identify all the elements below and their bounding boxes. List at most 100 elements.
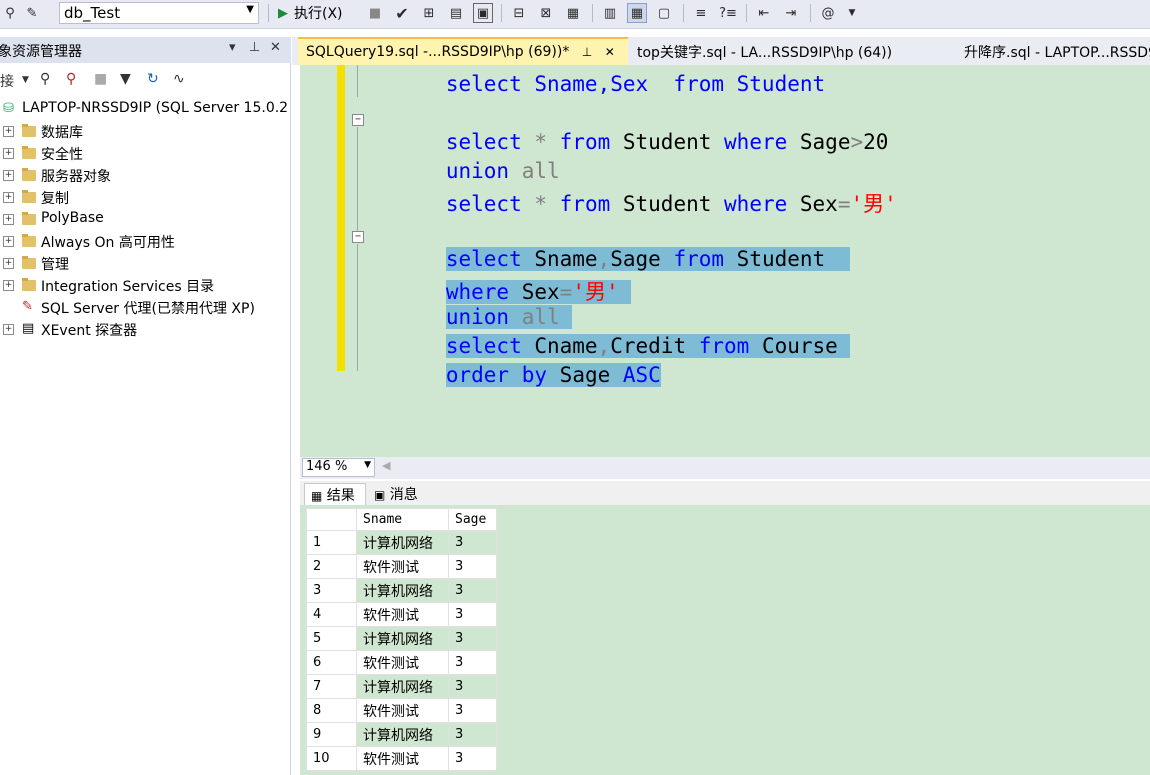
table-cell[interactable]: 计算机网络 (356, 530, 449, 555)
connect-icon[interactable]: ✎ (22, 3, 42, 23)
grid-icon[interactable]: ▦ (627, 3, 647, 23)
uncomment-icon[interactable]: ?≡ (718, 3, 738, 23)
column-header[interactable]: Sage (448, 508, 497, 531)
expand-icon[interactable]: + (3, 236, 14, 247)
table-cell[interactable]: 3 (448, 698, 497, 723)
table-cell[interactable]: 计算机网络 (356, 626, 449, 651)
collapse-icon[interactable]: − (352, 231, 364, 243)
expand-icon[interactable]: + (3, 170, 14, 181)
debug-icon[interactable]: ⚲ (0, 3, 20, 23)
table-row[interactable]: 4 软件测试 3 (306, 602, 497, 627)
query-plan-icon[interactable]: ⊞ (419, 3, 439, 23)
expand-icon[interactable]: + (3, 280, 14, 291)
table-cell[interactable]: 软件测试 (356, 554, 449, 579)
comment-icon[interactable]: ≡ (691, 3, 711, 23)
table-row[interactable]: 1 计算机网络 3 (306, 530, 497, 555)
row-number-cell[interactable]: 1 (306, 530, 357, 555)
results-to-text-icon[interactable]: ▤ (446, 3, 466, 23)
increase-indent-icon[interactable]: ⇥ (781, 3, 801, 23)
collapse-icon[interactable]: − (352, 114, 364, 126)
results-grid-icon[interactable]: ▥ (600, 3, 620, 23)
results-to-file-icon[interactable]: ▣ (473, 3, 493, 23)
row-number-cell[interactable]: 7 (306, 674, 357, 699)
pin-icon[interactable]: ⊥ (249, 40, 260, 55)
table-cell[interactable]: 3 (448, 674, 497, 699)
expand-icon[interactable]: + (3, 192, 14, 203)
row-number-cell[interactable]: 6 (306, 650, 357, 675)
table-row[interactable]: 6 软件测试 3 (306, 650, 497, 675)
table-cell[interactable]: 3 (448, 626, 497, 651)
decrease-indent-icon[interactable]: ⇤ (754, 3, 774, 23)
table-cell[interactable]: 计算机网络 (356, 722, 449, 747)
table-cell[interactable]: 3 (448, 746, 497, 771)
table-row[interactable]: 7 计算机网络 3 (306, 674, 497, 699)
column-header[interactable]: Sname (356, 508, 449, 531)
close-icon[interactable]: ✕ (605, 45, 615, 59)
tree-node-databases[interactable]: + 数据库 (0, 121, 291, 143)
activity-monitor-icon[interactable]: ∿ (173, 71, 185, 87)
dropdown-icon[interactable]: ▾ (229, 40, 236, 55)
table-cell[interactable]: 3 (448, 578, 497, 603)
connect-icon[interactable]: ⚲ (40, 71, 50, 87)
expand-icon[interactable]: + (3, 148, 14, 159)
tree-node-polybase[interactable]: + PolyBase (0, 209, 291, 231)
connect-button[interactable]: 接 (0, 71, 14, 91)
table-cell[interactable]: 计算机网络 (356, 578, 449, 603)
row-number-cell[interactable]: 5 (306, 626, 357, 651)
query-editor[interactable]: − − select Sname,Sex from Student select… (300, 65, 1150, 457)
expand-icon[interactable]: + (3, 214, 14, 225)
specify-values-icon[interactable]: @ (818, 3, 838, 23)
zoom-select[interactable]: 146 % ▼ (302, 458, 375, 477)
table-cell[interactable]: 3 (448, 650, 497, 675)
tab-sqlquery19[interactable]: SQLQuery19.sql -...RSSD9IP\hp (69))* ⊥ ✕ (298, 37, 628, 65)
scroll-left-icon[interactable]: ◀ (382, 459, 390, 472)
row-number-cell[interactable]: 10 (306, 746, 357, 771)
tree-node-server-objects[interactable]: + 服务器对象 (0, 165, 291, 187)
tree-node-replication[interactable]: + 复制 (0, 187, 291, 209)
row-number-cell[interactable]: 2 (306, 554, 357, 579)
table-cell[interactable]: 3 (448, 554, 497, 579)
row-number-cell[interactable]: 9 (306, 722, 357, 747)
disconnect-icon[interactable]: ⚲ (66, 71, 76, 87)
tab-messages[interactable]: ▣ 消息 (368, 483, 432, 505)
row-number-cell[interactable]: 3 (306, 578, 357, 603)
table-row[interactable]: 3 计算机网络 3 (306, 578, 497, 603)
database-select[interactable]: db_Test ▼ (59, 2, 259, 24)
tab-sort-order[interactable]: 升降序.sql - LAPTOP...RSSD9 (956, 37, 1150, 65)
table-row[interactable]: 2 软件测试 3 (306, 554, 497, 579)
filter-icon[interactable]: ▼ (120, 71, 131, 87)
row-number-cell[interactable]: 8 (306, 698, 357, 723)
toolbar-overflow-icon[interactable]: ▼ (842, 3, 862, 23)
table-cell[interactable]: 3 (448, 602, 497, 627)
table-row[interactable]: 10 软件测试 3 (306, 746, 497, 771)
client-stats-icon[interactable]: ▦ (563, 3, 583, 23)
table-cell[interactable]: 软件测试 (356, 650, 449, 675)
table-cell[interactable]: 3 (448, 722, 497, 747)
tab-top-keyword[interactable]: top关键字.sql - LA...RSSD9IP\hp (64)) (629, 37, 949, 65)
table-cell[interactable]: 软件测试 (356, 746, 449, 771)
stop-icon[interactable]: ■ (94, 71, 107, 87)
row-number-cell[interactable]: 4 (306, 602, 357, 627)
expand-icon[interactable]: + (3, 324, 14, 335)
parse-check-icon[interactable]: ✔ (392, 3, 412, 23)
expand-icon[interactable]: + (3, 258, 14, 269)
execute-button[interactable]: ▶ 执行(X) (278, 3, 343, 23)
table-row[interactable]: 8 软件测试 3 (306, 698, 497, 723)
table-cell[interactable]: 软件测试 (356, 698, 449, 723)
row-number-header[interactable] (306, 508, 357, 531)
tab-results[interactable]: ▦ 结果 (304, 483, 366, 505)
connect-dropdown-icon[interactable]: ▼ (22, 75, 29, 85)
table-cell[interactable]: 软件测试 (356, 602, 449, 627)
tree-node-always-on[interactable]: + Always On 高可用性 (0, 231, 291, 253)
file-icon[interactable]: ▢ (654, 3, 674, 23)
tree-node-management[interactable]: + 管理 (0, 253, 291, 275)
pin-icon[interactable]: ⊥ (582, 45, 592, 59)
table-row[interactable]: 9 计算机网络 3 (306, 722, 497, 747)
estimated-plan-icon[interactable]: ⊟ (509, 3, 529, 23)
close-icon[interactable]: ✕ (270, 40, 281, 55)
tree-node-server[interactable]: ⛁ LAPTOP-NRSSD9IP (SQL Server 15.0.2 (0, 99, 291, 121)
tree-node-sql-agent[interactable]: ✎ SQL Server 代理(已禁用代理 XP) (0, 297, 291, 319)
actual-plan-icon[interactable]: ⊠ (536, 3, 556, 23)
refresh-icon[interactable]: ↻ (147, 71, 159, 87)
tree-node-security[interactable]: + 安全性 (0, 143, 291, 165)
